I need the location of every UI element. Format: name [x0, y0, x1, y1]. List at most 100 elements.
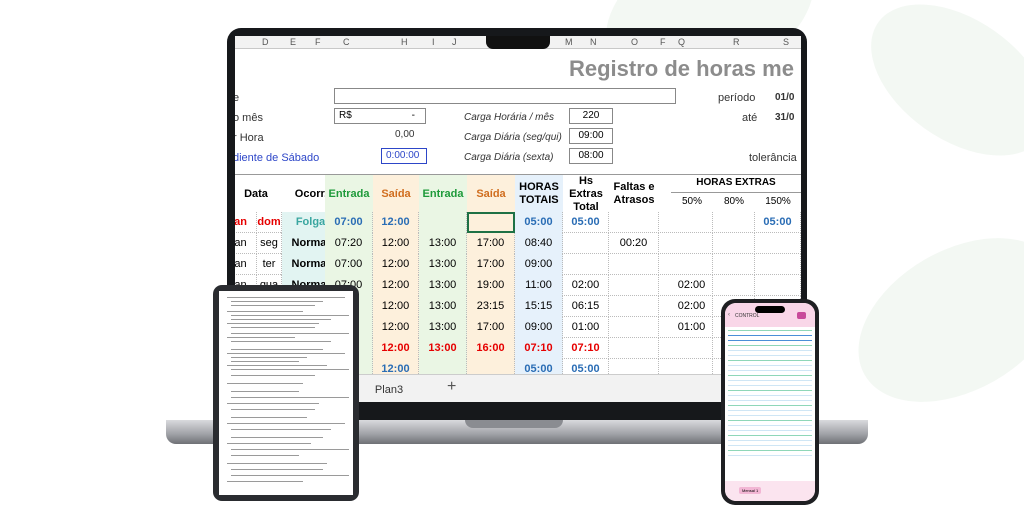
carga-segqui-field[interactable]: 09:00: [569, 128, 613, 144]
cell-s1[interactable]: 12:00: [373, 212, 419, 233]
document-line: [227, 403, 319, 404]
cell-s2[interactable]: 17:00: [467, 233, 515, 254]
column-letter[interactable]: Q: [678, 37, 685, 47]
cell-h80[interactable]: [713, 212, 755, 233]
column-letter[interactable]: C: [343, 37, 350, 47]
cell-s2[interactable]: 23:15: [467, 296, 515, 317]
cell-s1[interactable]: 12:00: [373, 338, 419, 359]
cell-h50[interactable]: [671, 254, 713, 275]
cell-f[interactable]: [609, 275, 659, 296]
cell-h80[interactable]: [713, 275, 755, 296]
phone-grid-line: [728, 340, 812, 341]
tolerancia-label: tolerância: [749, 152, 797, 164]
cell-s2[interactable]: 19:00: [467, 275, 515, 296]
column-letter[interactable]: M: [565, 37, 573, 47]
carga-mes-field[interactable]: 220: [569, 108, 613, 124]
cell-h50[interactable]: [671, 338, 713, 359]
column-letter[interactable]: D: [262, 37, 269, 47]
column-letter[interactable]: R: [733, 37, 740, 47]
cell-h150[interactable]: [755, 233, 801, 254]
cell-s1[interactable]: 12:00: [373, 296, 419, 317]
cell-m[interactable]: an: [235, 254, 257, 275]
column-letter[interactable]: J: [452, 37, 457, 47]
cell-e2[interactable]: 13:00: [419, 233, 467, 254]
cell-h50[interactable]: [671, 212, 713, 233]
cell-e1[interactable]: 07:00: [325, 212, 373, 233]
cell-s1[interactable]: 12:00: [373, 254, 419, 275]
cell-d[interactable]: seg: [257, 233, 282, 254]
currency-field[interactable]: R$ -: [334, 108, 426, 124]
cell-h80[interactable]: [713, 254, 755, 275]
cell-x[interactable]: 07:10: [563, 338, 609, 359]
cell-m[interactable]: an: [235, 233, 257, 254]
cell-d[interactable]: dom: [257, 212, 282, 233]
cell-h150[interactable]: [755, 254, 801, 275]
cell-h50[interactable]: 02:00: [671, 275, 713, 296]
column-letter[interactable]: H: [401, 37, 408, 47]
rate-value: 0,00: [395, 129, 415, 140]
document-line: [231, 409, 315, 410]
cell-t[interactable]: 15:15: [515, 296, 563, 317]
cell-t[interactable]: 11:00: [515, 275, 563, 296]
cell-s2[interactable]: [467, 212, 515, 233]
cell-e1[interactable]: 07:00: [325, 254, 373, 275]
cell-e2[interactable]: 13:00: [419, 317, 467, 338]
column-letter[interactable]: N: [590, 37, 597, 47]
marketing-mockup: D E F C H I J M N O F Q R S Registro de horas me e o …: [0, 0, 1024, 505]
cell-d[interactable]: ter: [257, 254, 282, 275]
sheet-tab-plan3[interactable]: Plan3: [365, 381, 413, 399]
edit-icon[interactable]: [797, 312, 806, 319]
cell-h50[interactable]: 02:00: [671, 296, 713, 317]
cell-t[interactable]: 09:00: [515, 317, 563, 338]
cell-h50[interactable]: [671, 233, 713, 254]
cell-e2[interactable]: 13:00: [419, 296, 467, 317]
cell-f[interactable]: [609, 212, 659, 233]
document-line: [227, 365, 327, 366]
cell-f[interactable]: [609, 317, 659, 338]
cell-f[interactable]: [609, 338, 659, 359]
cell-s2[interactable]: 17:00: [467, 317, 515, 338]
back-chevron-icon[interactable]: ‹: [728, 312, 730, 318]
cell-s1[interactable]: 12:00: [373, 275, 419, 296]
cell-s1[interactable]: 12:00: [373, 233, 419, 254]
carga-sexta-field[interactable]: 08:00: [569, 148, 613, 164]
header-horas-extras: HORAS EXTRAS: [671, 177, 801, 193]
cell-f[interactable]: [609, 296, 659, 317]
cell-s2[interactable]: 16:00: [467, 338, 515, 359]
column-letter[interactable]: E: [290, 37, 296, 47]
cell-h80[interactable]: [713, 233, 755, 254]
phone-sheet-tab[interactable]: Mensal 1: [739, 487, 762, 494]
cell-f[interactable]: [609, 254, 659, 275]
cell-h150[interactable]: [755, 275, 801, 296]
cell-t[interactable]: 08:40: [515, 233, 563, 254]
cell-e1[interactable]: 07:20: [325, 233, 373, 254]
column-letter[interactable]: I: [432, 37, 435, 47]
column-letter[interactable]: F: [660, 37, 666, 47]
cell-s2[interactable]: 17:00: [467, 254, 515, 275]
saturday-shift-field[interactable]: 0:00:00: [381, 148, 427, 164]
column-letter[interactable]: O: [631, 37, 638, 47]
column-letter[interactable]: S: [783, 37, 789, 47]
cell-e2[interactable]: 13:00: [419, 275, 467, 296]
cell-t[interactable]: 07:10: [515, 338, 563, 359]
cell-x[interactable]: 02:00: [563, 275, 609, 296]
cell-x[interactable]: 01:00: [563, 317, 609, 338]
cell-e2[interactable]: [419, 212, 467, 233]
cell-f[interactable]: 00:20: [609, 233, 659, 254]
cell-x[interactable]: 06:15: [563, 296, 609, 317]
column-letter[interactable]: F: [315, 37, 321, 47]
cell-x[interactable]: [563, 233, 609, 254]
cell-h150[interactable]: 05:00: [755, 212, 801, 233]
add-sheet-button[interactable]: +: [447, 378, 456, 396]
employee-name-field[interactable]: [334, 88, 676, 104]
cell-x[interactable]: 05:00: [563, 212, 609, 233]
cell-x[interactable]: [563, 254, 609, 275]
cell-m[interactable]: an: [235, 212, 257, 233]
cell-e2[interactable]: 13:00: [419, 254, 467, 275]
cell-e2[interactable]: 13:00: [419, 338, 467, 359]
cell-s1[interactable]: 12:00: [373, 317, 419, 338]
document-line: [231, 417, 307, 418]
cell-t[interactable]: 05:00: [515, 212, 563, 233]
cell-t[interactable]: 09:00: [515, 254, 563, 275]
cell-h50[interactable]: 01:00: [671, 317, 713, 338]
